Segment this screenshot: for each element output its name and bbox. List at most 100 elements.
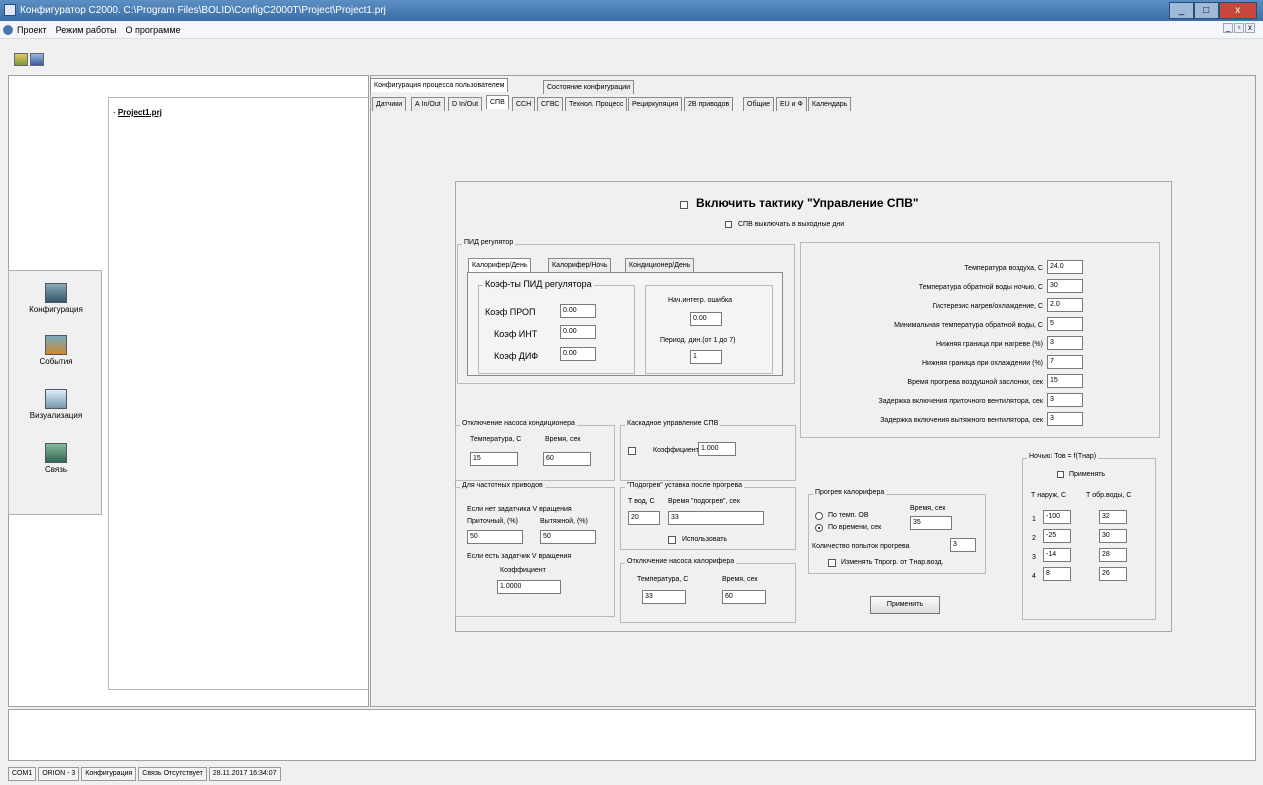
warmup-time-input[interactable]: 33 [668,511,764,525]
tab-spv[interactable]: СПВ [486,95,509,109]
mode-link-button[interactable]: Связь [9,443,103,474]
param-min-return-label: Минимальная температура обратной воды, С [894,322,1043,329]
apply-button[interactable]: Применить [870,596,940,614]
night-row-number: 1 [1032,516,1036,523]
dayoff-label: СПВ выключать в выходные дни [738,221,845,228]
warmup-count-input[interactable]: 3 [950,538,976,552]
tab-drives[interactable]: 2В приводов [684,97,734,111]
night-row-outdoor-input[interactable]: -14 [1043,548,1071,562]
mode-visual-button[interactable]: Визуализация [9,389,103,420]
mdi-minimize-button[interactable]: _ [1223,23,1233,33]
freq-exhaust-input[interactable]: 50 [540,530,596,544]
night-row-outdoor-input[interactable]: -100 [1043,510,1071,524]
tab-config-state[interactable]: Состояние конфигурации [543,80,635,94]
warmup-use-checkbox[interactable] [668,536,676,544]
status-connection: Связь Отсутствует [138,767,207,781]
freq-supply-input[interactable]: 50 [467,530,523,544]
status-port: COM1 [8,767,37,781]
tree-root-label[interactable]: Project1.prj [118,108,162,117]
kd-input[interactable]: 0.00 [560,347,596,361]
param-damper-warm-input[interactable]: 15 [1047,374,1083,388]
mode-iconbar: Конфигурация События Визуализация Связь [8,270,102,515]
mode-visual-label: Визуализация [29,411,83,420]
pid-tab-heater-night[interactable]: Калорифер/Ночь [548,258,612,272]
warmup-by-time-radio[interactable] [815,524,823,532]
param-low-heat-input[interactable]: 3 [1047,336,1083,350]
mdi-close-button[interactable]: x [1245,23,1255,33]
tab-user-config[interactable]: Конфигурация процесса пользователем [370,78,509,92]
menu-about[interactable]: О программе [125,25,180,35]
heater-pump-temp-label: Температура, С [637,576,689,583]
pid-caption: ПИД регулятор [462,239,516,246]
kp-input[interactable]: 0.00 [560,304,596,318]
close-button[interactable]: x [1218,2,1257,19]
cascade-coef-input[interactable]: 1.000 [698,442,736,456]
warmup-by-time-label: По времени, сек [828,524,882,531]
period-input[interactable]: 1 [690,350,722,364]
pid-tab-heater-day[interactable]: Калорифер/День [468,258,532,272]
param-low-cool-input[interactable]: 7 [1047,355,1083,369]
warmup-by-temp-radio[interactable] [815,512,823,520]
ki-label: Коэф ИНТ [494,329,538,339]
config-icon [45,283,67,303]
tab-recirculation[interactable]: Рециркуляция [628,97,683,111]
menu-project[interactable]: Проект [17,25,47,35]
cascade-checkbox[interactable] [628,447,636,455]
freq-supply-label: Приточный, (%) [467,518,518,525]
dayoff-checkbox[interactable] [725,221,732,228]
mode-config-button[interactable]: Конфигурация [9,283,103,314]
night-row-outdoor-input[interactable]: 8 [1043,567,1071,581]
night-apply-label: Применять [1069,471,1106,478]
pid-tab-cond-day[interactable]: Кондиционер/День [625,258,695,272]
freq-coef-input[interactable]: 1.0000 [497,580,561,594]
tab-general[interactable]: Общие [743,97,775,111]
tab-calendar[interactable]: Календарь [808,97,852,111]
tab-eu-f[interactable]: EU и Ф [776,97,807,111]
heater-pump-temp-input[interactable]: 33 [642,590,686,604]
param-return-water-night-input[interactable]: 30 [1047,279,1083,293]
project-tree[interactable]: - Project1.prj [108,97,368,690]
minimize-button[interactable]: _ [1169,2,1194,19]
link-icon [45,443,67,463]
tab-sensors[interactable]: Датчики [372,97,407,111]
maximize-button[interactable]: □ [1193,2,1219,19]
err-input[interactable]: 0.00 [690,312,722,326]
tab-process[interactable]: Технол. Процесс [565,97,628,111]
mode-link-label: Связь [44,465,68,474]
heater-pump-time-input[interactable]: 60 [722,590,766,604]
night-row-outdoor-input[interactable]: -25 [1043,529,1071,543]
night-row-return-input[interactable]: 26 [1099,567,1127,581]
tab-ssn[interactable]: ССН [512,97,536,111]
tab-a-inout[interactable]: А In/Out [411,97,445,111]
warmup-temp-input[interactable]: 20 [628,511,660,525]
tab-sgvs[interactable]: СГВС [537,97,564,111]
param-air-temp-input[interactable]: 24.0 [1047,260,1083,274]
save-project-icon[interactable] [30,53,44,66]
night-row-return-input[interactable]: 32 [1099,510,1127,524]
warmup-change-checkbox[interactable] [828,559,836,567]
night-apply-checkbox[interactable] [1057,471,1064,478]
period-label: Период. дин.(от 1 до 7) [660,337,736,344]
open-project-icon[interactable] [14,53,28,66]
cond-pump-temp-input[interactable]: 15 [470,452,518,466]
cond-pump-time-input[interactable]: 60 [543,452,591,466]
param-hysteresis-input[interactable]: 2.0 [1047,298,1083,312]
night-row-return-input[interactable]: 30 [1099,529,1127,543]
night-row-return-input[interactable]: 28 [1099,548,1127,562]
warmup-duration-input[interactable]: 35 [910,516,952,530]
enable-tactic-checkbox[interactable] [680,201,688,209]
param-low-heat-label: Нижняя граница при нагреве (%) [935,341,1043,348]
mode-events-button[interactable]: События [9,335,103,366]
menu-mode[interactable]: Режим работы [56,25,117,35]
tree-root[interactable]: - Project1.prj [113,108,162,117]
mdi-restore-button[interactable]: ▫ [1234,23,1244,33]
param-supply-delay-input[interactable]: 3 [1047,393,1083,407]
param-min-return-input[interactable]: 5 [1047,317,1083,331]
tab-d-inout[interactable]: D In/Out [448,97,483,111]
events-icon [45,335,67,355]
ki-input[interactable]: 0.00 [560,325,596,339]
freq-no-sensor-label: Если нет задатчика V вращения [467,506,572,513]
freq-with-sensor-label: Если есть задатчик V вращения [467,553,572,560]
status-bar: COM1 ORION - 3 Конфигурация Связь Отсутс… [8,767,283,781]
param-exhaust-delay-input[interactable]: 3 [1047,412,1083,426]
